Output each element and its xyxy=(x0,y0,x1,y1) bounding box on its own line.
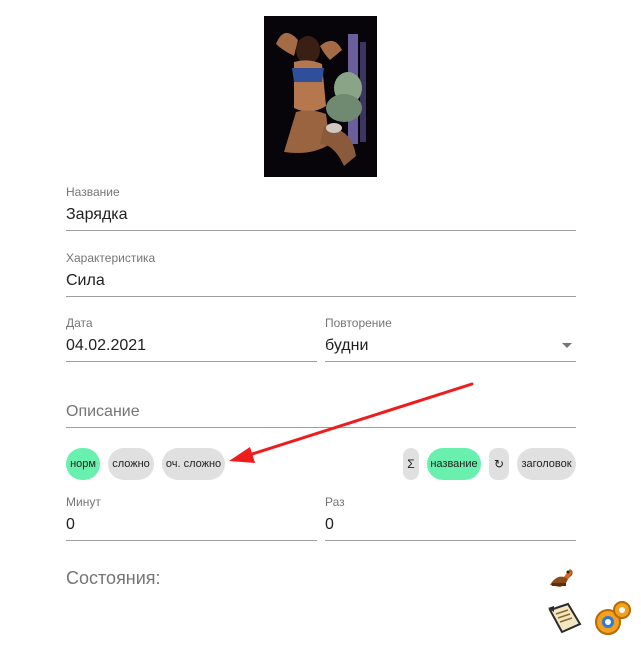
date-underline xyxy=(66,361,317,362)
minutes-underline xyxy=(66,540,317,541)
times-value[interactable]: 0 xyxy=(325,515,576,535)
name-label: Название xyxy=(66,185,120,199)
times-label: Раз xyxy=(325,495,345,509)
refresh-chip[interactable]: ↻ xyxy=(489,448,509,480)
characteristic-field[interactable]: Характеристика Сила xyxy=(66,251,576,297)
repeat-underline xyxy=(325,361,576,362)
date-label: Дата xyxy=(66,316,93,330)
scroll-icon[interactable] xyxy=(546,602,584,636)
difficulty-chip-hard[interactable]: сложно xyxy=(108,448,154,480)
description-placeholder: Описание xyxy=(66,403,140,420)
sum-toggle-chip[interactable]: Σ xyxy=(403,448,419,480)
sort-by-name-chip[interactable]: название xyxy=(427,448,481,480)
times-field[interactable]: Раз 0 xyxy=(325,495,576,541)
horse-icon[interactable] xyxy=(546,561,576,589)
repeat-value[interactable]: будни xyxy=(325,336,576,356)
minutes-value[interactable]: 0 xyxy=(66,515,317,535)
characteristic-value[interactable]: Сила xyxy=(66,271,576,291)
minutes-field[interactable]: Минут 0 xyxy=(66,495,317,541)
times-underline xyxy=(325,540,576,541)
description-underline xyxy=(66,427,576,428)
characteristic-label: Характеристика xyxy=(66,251,156,265)
states-title: Состояния: xyxy=(66,568,161,588)
dropdown-arrow-icon[interactable] xyxy=(562,343,572,348)
date-value[interactable]: 04.02.2021 xyxy=(66,336,317,356)
task-image xyxy=(264,16,377,177)
description-field[interactable]: Описание xyxy=(66,402,576,428)
name-value[interactable]: Зарядка xyxy=(66,205,576,225)
repeat-label: Повторение xyxy=(325,316,392,330)
sort-by-header-chip[interactable]: заголовок xyxy=(517,448,576,480)
name-field[interactable]: Название Зарядка xyxy=(66,185,576,231)
difficulty-chip-norm[interactable]: норм xyxy=(66,448,100,480)
minutes-label: Минут xyxy=(66,495,101,509)
characteristic-underline xyxy=(66,296,576,297)
name-underline xyxy=(66,230,576,231)
gears-icon[interactable] xyxy=(592,600,632,638)
difficulty-chip-very-hard[interactable]: оч. сложно xyxy=(162,448,225,480)
date-field[interactable]: Дата 04.02.2021 xyxy=(66,316,317,362)
repeat-select[interactable]: Повторение будни xyxy=(325,316,576,362)
